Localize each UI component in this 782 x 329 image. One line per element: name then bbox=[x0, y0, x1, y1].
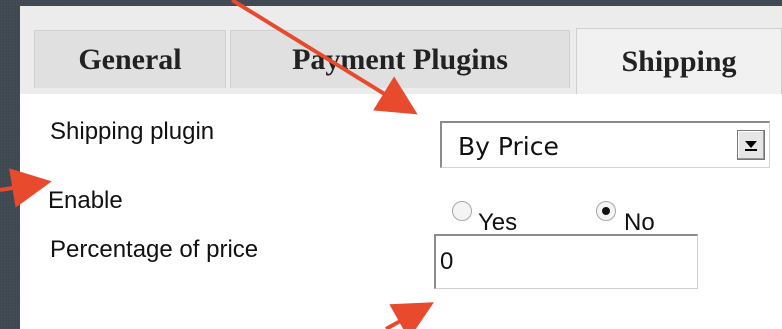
annotation-arrow-icon bbox=[385, 302, 434, 329]
annotation-arrow-icon bbox=[0, 168, 52, 208]
annotation-arrow-icon bbox=[230, 0, 418, 115]
annotation-arrows bbox=[0, 0, 434, 329]
